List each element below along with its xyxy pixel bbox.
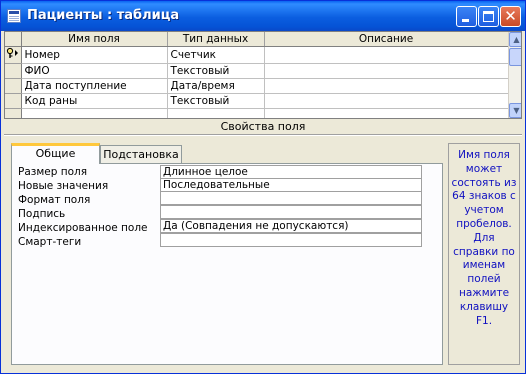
field-design-grid: Имя поля Тип данных Описание Номер Счетч… (4, 31, 522, 119)
property-value-smart-tags[interactable] (160, 233, 422, 247)
row-selector[interactable] (5, 63, 22, 79)
property-label-smart-tags: Смарт-теги (18, 236, 82, 248)
column-header-field-name[interactable]: Имя поля (21, 32, 168, 47)
field-properties-label: Свойства поля (220, 120, 306, 133)
property-label-new-values: Новые значения (18, 180, 109, 192)
table-row[interactable]: ФИО Текстовый (5, 63, 509, 79)
data-type-cell[interactable]: Счетчик (167, 46, 265, 64)
close-icon: ✕ (504, 7, 517, 25)
table-icon[interactable] (7, 9, 21, 23)
property-label-field-size: Размер поля (18, 166, 88, 178)
data-type-cell[interactable] (167, 108, 265, 118)
row-selector-header[interactable] (5, 32, 22, 47)
property-value-field-size[interactable]: Длинное целое (160, 165, 422, 179)
minimize-icon (462, 19, 469, 22)
row-selector[interactable] (5, 46, 22, 64)
table-row[interactable]: Код раны Текстовый (5, 93, 509, 109)
row-selector[interactable] (5, 78, 22, 94)
column-header-description[interactable]: Описание (264, 32, 509, 47)
table-row[interactable]: Дата поступление Дата/время (5, 78, 509, 94)
title-bar[interactable]: Пациенты : таблица ✕ (1, 1, 525, 31)
field-name-cell[interactable]: Код раны (21, 93, 168, 109)
column-header-data-type[interactable]: Тип данных (167, 32, 265, 47)
help-text: Имя поля может состоять из 64 знаков с у… (451, 149, 517, 327)
scroll-down-icon[interactable]: ▼ (509, 103, 521, 118)
field-name-cell[interactable] (21, 108, 168, 118)
property-label-caption: Подпись (18, 208, 66, 220)
close-button[interactable]: ✕ (500, 6, 521, 27)
property-label-format: Формат поля (18, 194, 91, 206)
tab-general[interactable]: Общие (11, 143, 100, 164)
properties-divider (4, 134, 522, 136)
row-selector[interactable] (5, 108, 22, 118)
description-cell[interactable] (264, 78, 509, 94)
scroll-thumb[interactable] (509, 48, 521, 66)
field-name-cell[interactable]: Номер (21, 46, 168, 64)
property-label-indexed: Индексированное поле (18, 222, 148, 234)
maximize-button[interactable] (478, 6, 499, 27)
field-name-cell[interactable]: ФИО (21, 63, 168, 79)
property-value-format[interactable] (160, 191, 422, 205)
data-type-cell[interactable]: Дата/время (167, 78, 265, 94)
tab-lookup[interactable]: Подстановка (100, 145, 182, 163)
table-row[interactable] (5, 108, 509, 118)
help-panel: Имя поля может состоять из 64 знаков с у… (448, 143, 520, 365)
description-cell[interactable] (264, 93, 509, 109)
data-type-cell[interactable]: Текстовый (167, 93, 265, 109)
description-cell[interactable] (264, 46, 509, 64)
description-cell[interactable] (264, 108, 509, 118)
scroll-up-icon[interactable]: ▲ (509, 32, 521, 47)
property-value-new-values[interactable]: Последовательные (160, 178, 422, 192)
table-design-window: Пациенты : таблица ✕ Имя поля Тип данных… (0, 0, 526, 374)
grid-vertical-scrollbar[interactable]: ▲ ▼ (508, 32, 521, 118)
row-selector[interactable] (5, 93, 22, 109)
data-type-cell[interactable]: Текстовый (167, 63, 265, 79)
window-title: Пациенты : таблица (27, 8, 180, 23)
primary-key-icon (6, 47, 18, 58)
description-cell[interactable] (264, 63, 509, 79)
field-name-cell[interactable]: Дата поступление (21, 78, 168, 94)
general-properties-panel: Размер поля Длинное целое Новые значения… (11, 163, 443, 365)
maximize-icon (483, 11, 494, 22)
property-value-caption[interactable] (160, 205, 422, 219)
property-value-indexed[interactable]: Да (Совпадения не допускаются) (160, 219, 422, 233)
grid-header-row: Имя поля Тип данных Описание (5, 32, 509, 47)
minimize-button[interactable] (456, 6, 477, 27)
table-row[interactable]: Номер Счетчик (5, 46, 509, 64)
